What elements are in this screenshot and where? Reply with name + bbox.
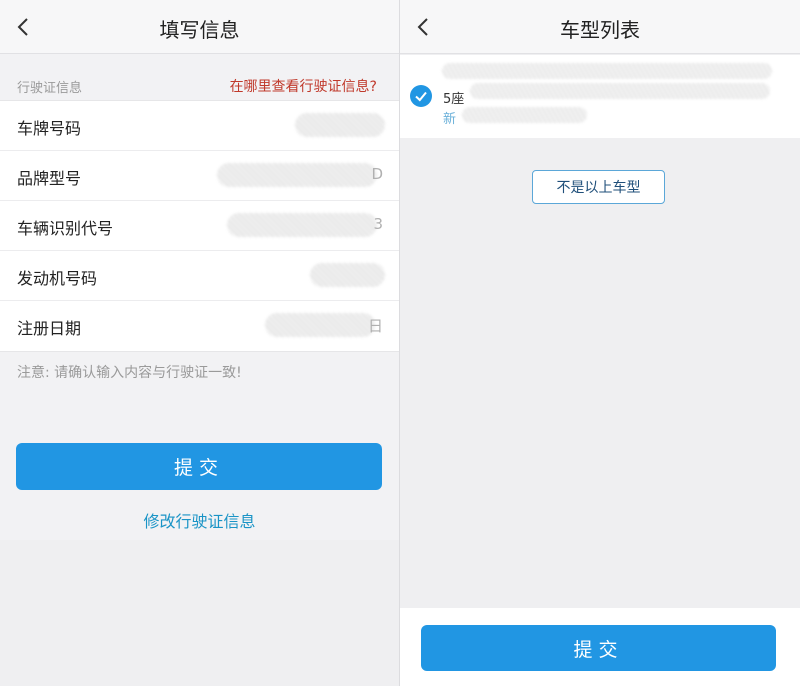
submit-button[interactable]: 提交 bbox=[16, 443, 382, 490]
checkmark-circle-icon[interactable] bbox=[410, 85, 432, 107]
seat-count: 5座 bbox=[443, 92, 465, 107]
field-label: 车辆识别代号 bbox=[17, 219, 114, 238]
section-header: 行驶证信息 在哪里查看行驶证信息? bbox=[0, 70, 399, 100]
engine-number-value bbox=[310, 263, 385, 287]
field-label: 注册日期 bbox=[17, 319, 82, 338]
fill-info-screen: 填写信息 行驶证信息 在哪里查看行驶证信息? 车牌号码 品牌型号 D 车辆识别代… bbox=[0, 0, 399, 686]
help-link[interactable]: 在哪里查看行驶证信息? bbox=[230, 76, 377, 96]
nav-bar: 车型列表 bbox=[400, 0, 800, 54]
field-tail: 3 bbox=[373, 215, 383, 233]
vehicle-name-blurred bbox=[442, 63, 772, 79]
plate-number-value bbox=[295, 113, 385, 137]
vehicle-price-blurred bbox=[462, 107, 587, 123]
brand-model-value bbox=[217, 163, 377, 187]
not-listed-model-button[interactable]: 不是以上车型 bbox=[532, 170, 665, 204]
field-tail: 日 bbox=[367, 317, 383, 335]
edit-license-link[interactable]: 修改行驶证信息 bbox=[0, 508, 399, 532]
nav-bar: 填写信息 bbox=[0, 0, 399, 54]
empty-area bbox=[0, 540, 399, 686]
submit-button[interactable]: 提交 bbox=[421, 625, 776, 671]
vehicle-detail-blurred bbox=[470, 83, 770, 99]
plate-number-row[interactable]: 车牌号码 bbox=[0, 101, 399, 151]
vehicle-list-screen: 车型列表 5座 新 不是以上车型 提交 bbox=[400, 0, 800, 686]
register-date-value bbox=[265, 313, 375, 337]
new-tag: 新 bbox=[443, 112, 457, 127]
field-label: 发动机号码 bbox=[17, 269, 98, 288]
vin-value bbox=[227, 213, 377, 237]
license-form: 车牌号码 品牌型号 D 车辆识别代号 3 发动机号码 注册日期 日 bbox=[0, 100, 399, 352]
field-label: 车牌号码 bbox=[17, 119, 82, 138]
field-tail: D bbox=[371, 165, 383, 183]
section-label: 行驶证信息 bbox=[17, 81, 83, 96]
register-date-row[interactable]: 注册日期 日 bbox=[0, 301, 399, 351]
notice-text: 注意: 请确认输入内容与行驶证一致! bbox=[17, 365, 242, 381]
brand-model-row[interactable]: 品牌型号 D bbox=[0, 151, 399, 201]
page-title: 填写信息 bbox=[159, 18, 240, 42]
bottom-bar: 提交 bbox=[400, 608, 800, 686]
page-title: 车型列表 bbox=[560, 18, 640, 42]
engine-number-row[interactable]: 发动机号码 bbox=[0, 251, 399, 301]
vin-row[interactable]: 车辆识别代号 3 bbox=[0, 201, 399, 251]
field-label: 品牌型号 bbox=[17, 169, 82, 188]
